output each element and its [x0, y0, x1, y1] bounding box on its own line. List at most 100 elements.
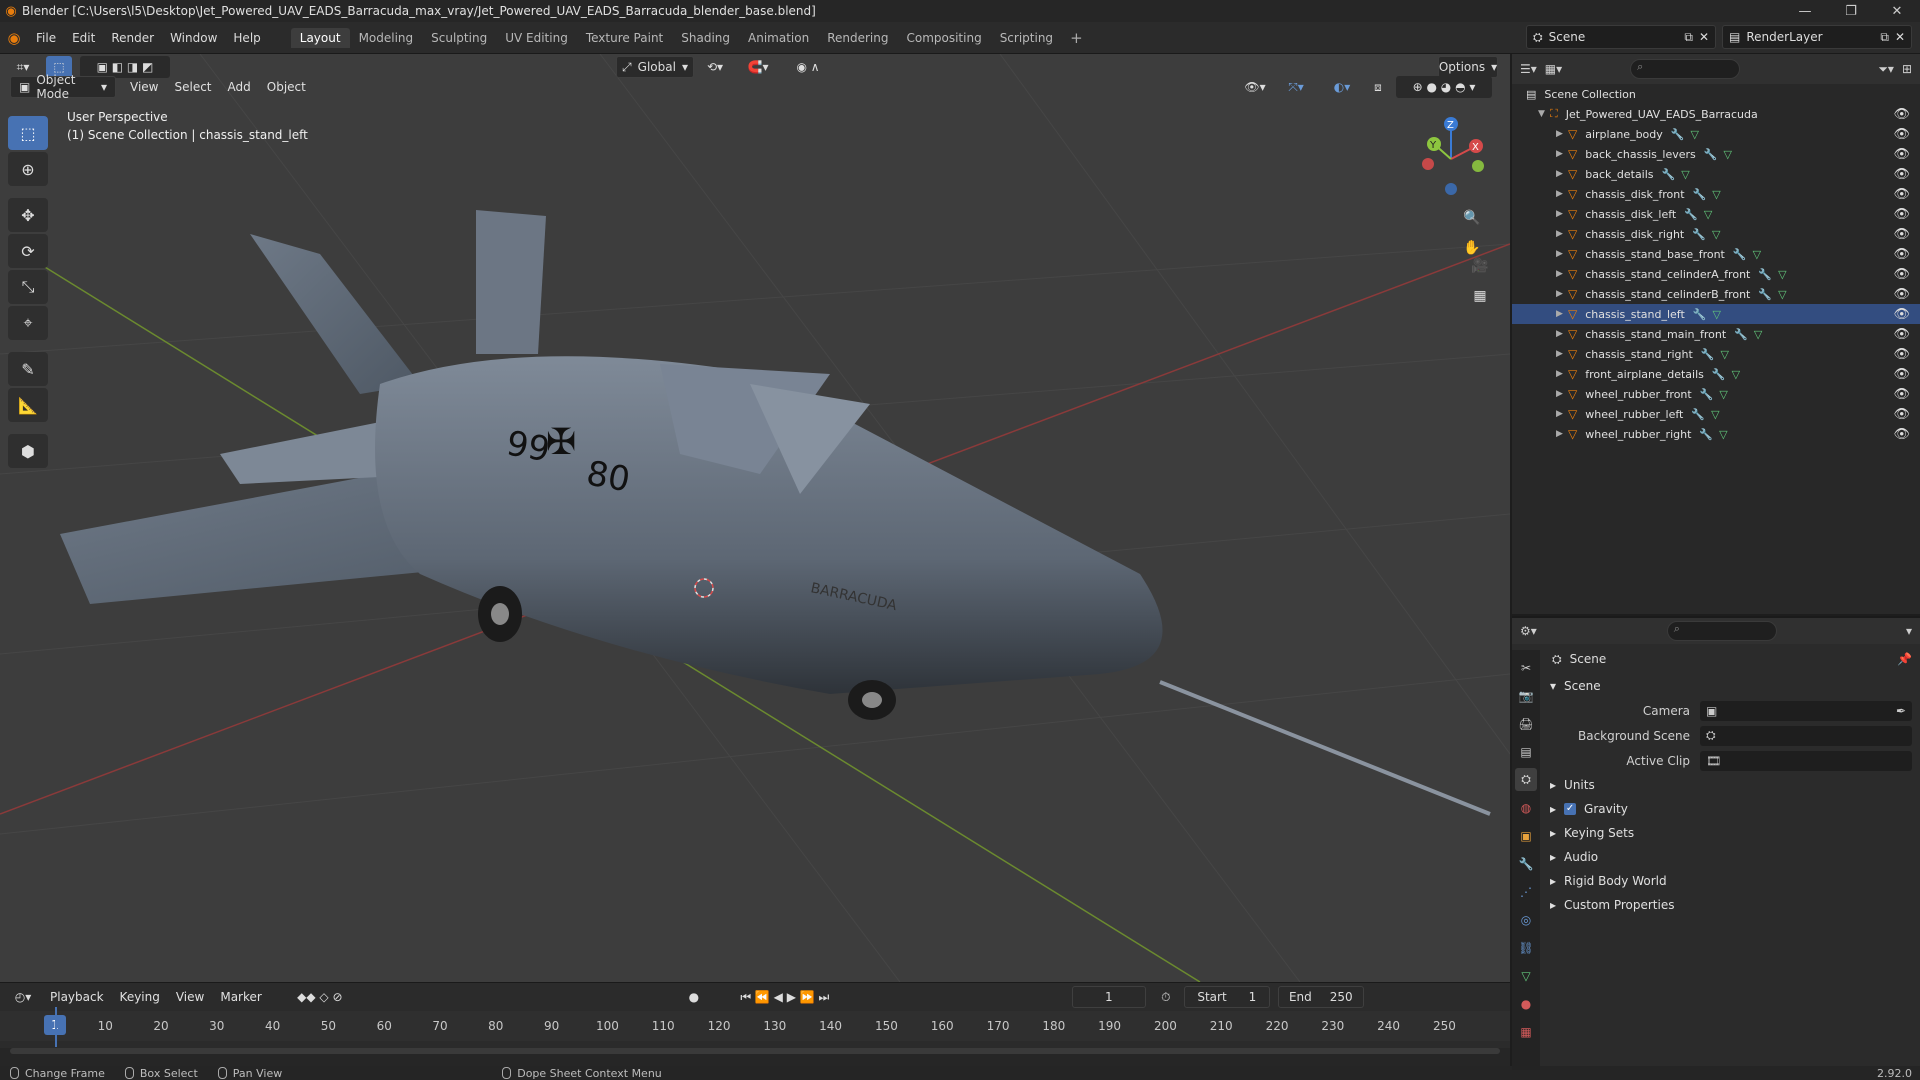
- navigation-gizmo[interactable]: Z X Y 🔍 ✋: [1406, 114, 1496, 264]
- outliner-item-chassis-stand-base-front[interactable]: ▶ ▽ chassis_stand_base_front 🔧 ▽ 👁: [1512, 244, 1920, 264]
- visibility-eye-icon[interactable]: 👁: [1893, 427, 1910, 442]
- visibility-eye-icon[interactable]: 👁: [1893, 367, 1910, 382]
- copy-icon[interactable]: ⧉: [1880, 30, 1889, 45]
- menu-render[interactable]: Render: [103, 31, 162, 45]
- outliner-item-chassis-stand-celinderA-front[interactable]: ▶ ▽ chassis_stand_celinderA_front 🔧 ▽ 👁: [1512, 264, 1920, 284]
- modifier-wrench-icon[interactable]: 🔧: [1693, 188, 1707, 201]
- expand-arrow-icon[interactable]: ▶: [1556, 409, 1568, 419]
- background-scene-field[interactable]: ⛭: [1700, 725, 1912, 746]
- visibility-eye-icon[interactable]: 👁: [1893, 327, 1910, 342]
- visibility-eye-icon[interactable]: 👁: [1893, 387, 1910, 402]
- outliner-item-wheel-rubber-right[interactable]: ▶ ▽ wheel_rubber_right 🔧 ▽ 👁: [1512, 424, 1920, 444]
- axis-gizmo[interactable]: Z X Y: [1406, 114, 1496, 204]
- mesh-data-icon[interactable]: ▽: [1778, 268, 1786, 281]
- expand-arrow-icon[interactable]: ▶: [1556, 229, 1568, 239]
- select-box-tool-icon[interactable]: ⬚: [8, 116, 48, 150]
- expand-arrow-icon[interactable]: ▶: [1556, 149, 1568, 159]
- zoom-icon[interactable]: 🔍: [1458, 204, 1486, 232]
- outliner-editor-icon[interactable]: ☰▾: [1520, 62, 1537, 76]
- visibility-eye-icon[interactable]: 👁: [1893, 347, 1910, 362]
- outliner-search-input[interactable]: ⌕: [1630, 59, 1741, 79]
- visibility-eye-icon[interactable]: 👁: [1893, 227, 1910, 242]
- measure-tool-icon[interactable]: 📐: [8, 388, 48, 422]
- visibility-eye-icon[interactable]: 👁: [1893, 247, 1910, 262]
- material-tab-icon[interactable]: ●: [1515, 992, 1537, 1015]
- close-icon[interactable]: ✕: [1699, 30, 1709, 44]
- overlay-toggle-icon[interactable]: ◐▾: [1324, 76, 1360, 98]
- object-tab-icon[interactable]: ▣: [1515, 824, 1537, 847]
- constraints-tab-icon[interactable]: ⛓: [1515, 936, 1537, 959]
- mesh-data-icon[interactable]: ▽: [1732, 368, 1740, 381]
- expand-arrow-icon[interactable]: ▶: [1556, 269, 1568, 279]
- expand-arrow-icon[interactable]: ▶: [1556, 289, 1568, 299]
- texture-tab-icon[interactable]: ▦: [1515, 1020, 1537, 1043]
- section-keying-sets[interactable]: ▸ Keying Sets: [1542, 821, 1920, 845]
- render-tab-icon[interactable]: 📷: [1515, 684, 1537, 707]
- visibility-eye-icon[interactable]: 👁: [1893, 287, 1910, 302]
- x-axis-label[interactable]: X: [1472, 142, 1479, 153]
- move-tool-icon[interactable]: ✥: [8, 198, 48, 232]
- outliner-item-chassis-disk-right[interactable]: ▶ ▽ chassis_disk_right 🔧 ▽ 👁: [1512, 224, 1920, 244]
- visibility-eye-icon[interactable]: 👁: [1893, 127, 1910, 142]
- current-frame-field[interactable]: 1: [1071, 986, 1146, 1008]
- end-frame-field[interactable]: End 250: [1277, 986, 1364, 1008]
- tab-shading[interactable]: Shading: [672, 28, 739, 48]
- menu-edit[interactable]: Edit: [64, 31, 103, 45]
- shading-mode-buttons[interactable]: ⊕ ● ◕ ◓ ▾: [1396, 76, 1492, 98]
- outliner-item-chassis-stand-celinderB-front[interactable]: ▶ ▽ chassis_stand_celinderB_front 🔧 ▽ 👁: [1512, 284, 1920, 304]
- mesh-data-icon[interactable]: ▽: [1723, 148, 1731, 161]
- expand-arrow-icon[interactable]: ▼: [1538, 109, 1550, 119]
- transform-tool-icon[interactable]: ⌖: [8, 306, 48, 340]
- annotate-tool-icon[interactable]: ✎: [8, 352, 48, 386]
- tab-rendering[interactable]: Rendering: [818, 28, 897, 48]
- mesh-data-icon[interactable]: ▽: [1712, 188, 1720, 201]
- scene-tab-icon[interactable]: ⛭: [1515, 768, 1537, 791]
- expand-arrow-icon[interactable]: ▶: [1556, 309, 1568, 319]
- modifier-wrench-icon[interactable]: 🔧: [1699, 428, 1713, 441]
- section-custom-properties[interactable]: ▸ Custom Properties: [1542, 893, 1920, 917]
- mesh-data-icon[interactable]: ▽: [1681, 168, 1689, 181]
- eyedropper-icon[interactable]: ✒: [1896, 704, 1906, 718]
- copy-icon[interactable]: ⧉: [1684, 30, 1693, 45]
- keyframe-icons[interactable]: ◆◆ ◇ ⊘: [280, 986, 360, 1008]
- timeline-menu-keying[interactable]: Keying: [112, 986, 168, 1008]
- visibility-icon[interactable]: 👁▾: [1240, 76, 1270, 98]
- minimize-button[interactable]: —: [1782, 0, 1828, 22]
- properties-editor-icon[interactable]: ⚙▾: [1520, 624, 1537, 638]
- tab-compositing[interactable]: Compositing: [897, 28, 990, 48]
- tab-modeling[interactable]: Modeling: [350, 28, 423, 48]
- modifier-wrench-icon[interactable]: 🔧: [1693, 308, 1707, 321]
- mesh-data-icon[interactable]: ▽: [1713, 308, 1721, 321]
- maximize-button[interactable]: ❐: [1828, 0, 1874, 22]
- modifier-wrench-icon[interactable]: 🔧: [1701, 348, 1715, 361]
- pin-icon[interactable]: 📌: [1897, 652, 1912, 666]
- close-icon[interactable]: ✕: [1895, 30, 1905, 44]
- outliner-root-collection[interactable]: ▤ Scene Collection: [1512, 84, 1920, 104]
- tab-uv-editing[interactable]: UV Editing: [496, 28, 577, 48]
- mesh-data-icon[interactable]: ▽: [1712, 228, 1720, 241]
- camera-field[interactable]: ▣ ✒: [1700, 700, 1912, 721]
- z-axis-label[interactable]: Z: [1447, 120, 1454, 131]
- properties-search-input[interactable]: ⌕: [1666, 621, 1777, 641]
- outliner-item-wheel-rubber-front[interactable]: ▶ ▽ wheel_rubber_front 🔧 ▽ 👁: [1512, 384, 1920, 404]
- expand-arrow-icon[interactable]: ▶: [1556, 209, 1568, 219]
- outliner-item-front-airplane-details[interactable]: ▶ ▽ front_airplane_details 🔧 ▽ 👁: [1512, 364, 1920, 384]
- stopwatch-icon[interactable]: ⏱: [1156, 986, 1176, 1008]
- mesh-data-icon[interactable]: ▽: [1711, 408, 1719, 421]
- 3d-viewport[interactable]: 99 ✠ 80 BARRACUDA ⌗▾ ⬚ ▣ ◧ ◨ ◩ ⤢ Global ▾ …: [0, 54, 1510, 982]
- timeline-scrollbar[interactable]: [10, 1048, 1500, 1054]
- expand-arrow-icon[interactable]: ▶: [1556, 329, 1568, 339]
- expand-arrow-icon[interactable]: ▶: [1556, 389, 1568, 399]
- data-tab-icon[interactable]: ▽: [1515, 964, 1537, 987]
- visibility-eye-icon[interactable]: 👁: [1893, 167, 1910, 182]
- display-mode-icon[interactable]: ▦▾: [1545, 62, 1562, 76]
- scale-tool-icon[interactable]: ⤡: [8, 270, 48, 304]
- mesh-data-icon[interactable]: ▽: [1754, 328, 1762, 341]
- add-workspace-button[interactable]: +: [1062, 29, 1091, 47]
- visibility-eye-icon[interactable]: 👁: [1893, 407, 1910, 422]
- menu-help[interactable]: Help: [225, 31, 268, 45]
- outliner-item-back-details[interactable]: ▶ ▽ back_details 🔧 ▽ 👁: [1512, 164, 1920, 184]
- add-cube-tool-icon[interactable]: ⬢: [8, 434, 48, 468]
- expand-arrow-icon[interactable]: ▶: [1556, 189, 1568, 199]
- viewport-menu-select[interactable]: Select: [166, 76, 219, 98]
